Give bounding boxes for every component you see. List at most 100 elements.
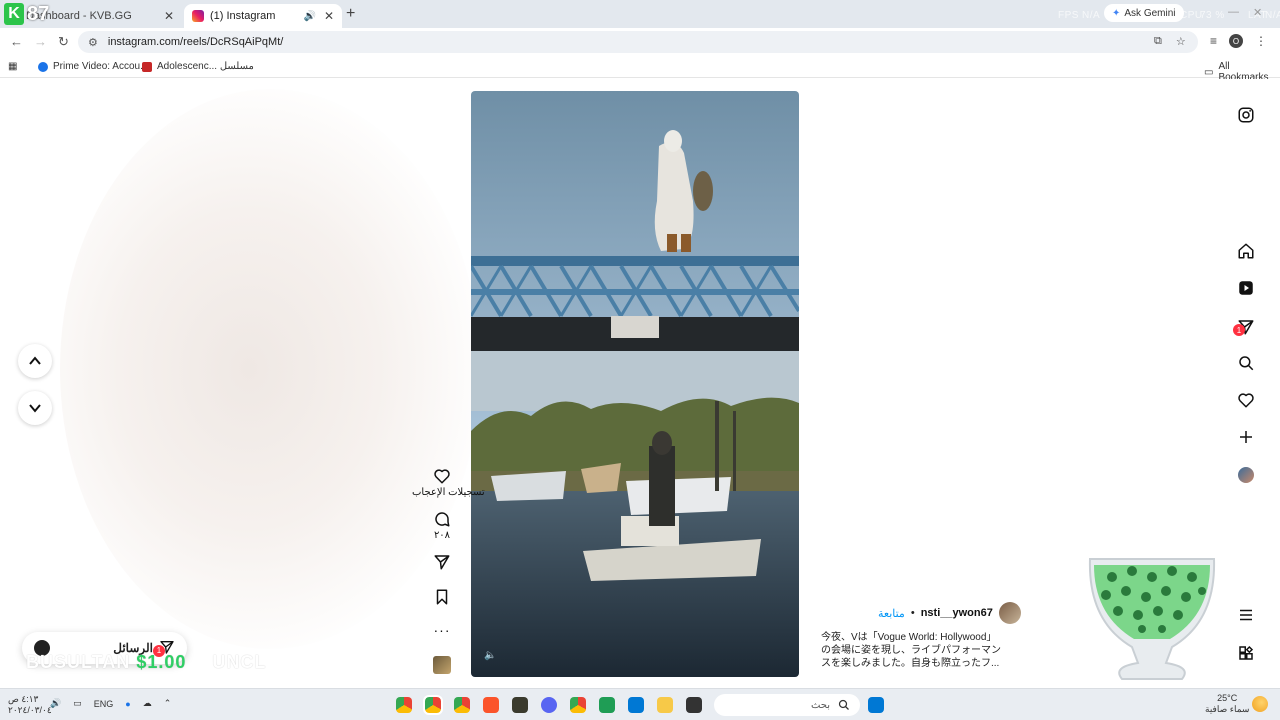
app-icon[interactable] (599, 697, 615, 713)
reel-caption[interactable]: 今夜、Vは「Vogue World: Hollywood」の会場に姿を現し、ライ… (821, 631, 1006, 670)
new-tab-button[interactable]: + (346, 5, 355, 23)
taskbar-search[interactable]: بحث (714, 694, 860, 716)
reel-author: متابعة • nsti__ywon67 (878, 602, 1021, 624)
audio-thumbnail[interactable] (412, 656, 472, 674)
bookmark-icon (436, 589, 448, 605)
instagram-favicon-icon (192, 10, 204, 22)
folder-icon: ▭ (1204, 66, 1214, 78)
more-options-button[interactable]: ··· (412, 622, 472, 638)
media-controls-icon[interactable]: ≡ (1210, 34, 1217, 48)
ask-gemini-label: Ask Gemini (1124, 7, 1176, 19)
comment-button[interactable]: ٢٠٨ (412, 510, 472, 541)
volume-icon[interactable]: 🔊 (50, 698, 61, 709)
profile-avatar[interactable]: O (1229, 34, 1244, 48)
minimize-icon[interactable]: — (1228, 6, 1239, 19)
follow-button[interactable]: متابعة (878, 607, 905, 620)
tab-title: (1) Instagram (210, 10, 276, 22)
mute-icon[interactable]: 🔈 (484, 650, 498, 664)
clock[interactable]: ٤:١٣ ص ٢٠٢٤/٠٣/٠٤ (8, 694, 52, 716)
weather-widget[interactable]: 25°C سماء صافية (1205, 693, 1249, 715)
address-bar[interactable]: ⚙ instagram.com/reels/DcRSqAiPqMt/ (78, 31, 1198, 53)
back-arrow-icon[interactable]: ← (10, 34, 23, 49)
overlay-name: BUSULTAN (26, 652, 131, 672)
cpu-value: 73 % (1200, 10, 1225, 21)
chrome-profile-icon[interactable] (454, 697, 470, 713)
next-reel-button[interactable] (18, 391, 52, 425)
like-button[interactable]: تسجيلات الإعجاب (412, 467, 485, 498)
fps-label: FPS (1058, 10, 1079, 21)
forward-arrow-icon[interactable]: → (34, 34, 47, 49)
chrome-active-icon[interactable] (423, 695, 443, 715)
kvb-logo-icon: K (4, 3, 24, 25)
terminal-icon[interactable] (686, 697, 702, 713)
prime-video-icon (38, 61, 48, 72)
goblet-overlay-image (1088, 558, 1216, 680)
close-tab-icon[interactable]: ✕ (164, 9, 174, 23)
also-from-meta-icon[interactable] (1236, 643, 1256, 663)
reel-frame-image (471, 91, 799, 677)
home-icon[interactable] (1236, 241, 1256, 261)
search-icon[interactable] (1236, 353, 1256, 373)
hamburger-menu-icon[interactable] (1236, 605, 1256, 625)
audio-cover-icon (433, 656, 451, 674)
speaker-icon[interactable]: 🔊 (303, 11, 315, 22)
discord-icon[interactable] (541, 697, 557, 713)
network-icon[interactable]: ▭ (73, 698, 82, 709)
close-window-icon[interactable]: ✕ (1253, 6, 1262, 19)
search-placeholder: بحث (810, 699, 830, 711)
temperature: 25°C (1217, 693, 1238, 703)
instagram-logo-icon[interactable] (1236, 105, 1256, 125)
install-app-icon[interactable]: ⧉ (1154, 35, 1162, 48)
site-info-icon[interactable]: ⚙ (88, 36, 98, 49)
overlay-suffix: UNCL (212, 652, 267, 672)
lat-value: N/A (1265, 10, 1280, 21)
ask-gemini-button[interactable]: ✦ Ask Gemini (1104, 4, 1184, 22)
save-button[interactable] (412, 588, 472, 606)
search-icon (838, 699, 849, 710)
bookmark-star-icon[interactable]: ☆ (1176, 35, 1186, 48)
heart-notifications-icon[interactable] (1236, 390, 1256, 410)
chrome-icon[interactable] (396, 697, 412, 713)
reel-video[interactable] (471, 91, 799, 677)
close-tab-icon[interactable]: ✕ (324, 9, 334, 23)
window-controls: — ✕ (1228, 6, 1262, 19)
cloud-icon[interactable]: ☁ (143, 698, 152, 709)
language-indicator[interactable]: ENG (94, 699, 114, 709)
direct-messages-icon[interactable]: 1 (1233, 317, 1256, 337)
microphone-icon[interactable]: ● (125, 699, 130, 709)
bookmark-prime-video[interactable]: Prime Video: Accou... (38, 61, 148, 72)
share-button[interactable] (412, 553, 472, 571)
windows-start-icon[interactable] (868, 697, 884, 713)
reels-icon[interactable] (1236, 278, 1256, 298)
chrome-extra-icon[interactable] (570, 697, 586, 713)
windows-taskbar: ٤:١٣ ص ٢٠٢٤/٠٣/٠٤ 🔊 ▭ ENG ● ☁ ⌃ بحث 25°C… (0, 688, 1280, 720)
previous-reel-button[interactable] (18, 344, 52, 378)
likes-label: تسجيلات الإعجاب (412, 487, 485, 498)
overlay-money: $1.00 (136, 652, 187, 672)
game-icon[interactable] (512, 697, 528, 713)
kvb-overlay: K 87 (4, 2, 49, 26)
file-explorer-icon[interactable] (657, 697, 673, 713)
bookmark-adolescence[interactable]: Adolescenc... مسلسل (142, 61, 254, 72)
tab-instagram[interactable]: (1) Instagram 🔊 ✕ (184, 4, 342, 28)
kebab-menu-icon[interactable]: ⋮ (1255, 34, 1267, 48)
ellipsis-icon: ··· (433, 622, 451, 638)
browser-toolbar: ← → ↻ ⚙ instagram.com/reels/DcRSqAiPqMt/… (0, 28, 1280, 56)
tab-strip: Dashboard - KVB.GG ✕ (1) Instagram 🔊 ✕ +… (0, 0, 1280, 28)
brave-icon[interactable] (483, 697, 499, 713)
notification-badge: 1 (1233, 324, 1245, 336)
author-username[interactable]: nsti__ywon67 (921, 607, 993, 619)
bookmark-label: Adolescenc... مسلسل (157, 61, 254, 72)
store-icon[interactable] (628, 697, 644, 713)
toolbar-right: ≡ O ⋮ (1210, 34, 1267, 48)
heart-icon (434, 469, 450, 484)
create-plus-icon[interactable] (1236, 427, 1256, 447)
author-avatar[interactable] (998, 602, 1021, 624)
chevron-up-icon[interactable]: ⌃ (164, 698, 172, 709)
chevron-up-icon (29, 356, 41, 365)
reload-icon[interactable]: ↻ (58, 34, 69, 50)
stream-overlay-banner: BUSULTAN $1.00 UNCL (26, 652, 266, 673)
apps-grid-icon[interactable]: ▦ (8, 61, 17, 72)
system-tray: 🔊 ▭ ENG ● ☁ ⌃ (50, 698, 171, 709)
profile-avatar-icon[interactable] (1236, 465, 1256, 485)
